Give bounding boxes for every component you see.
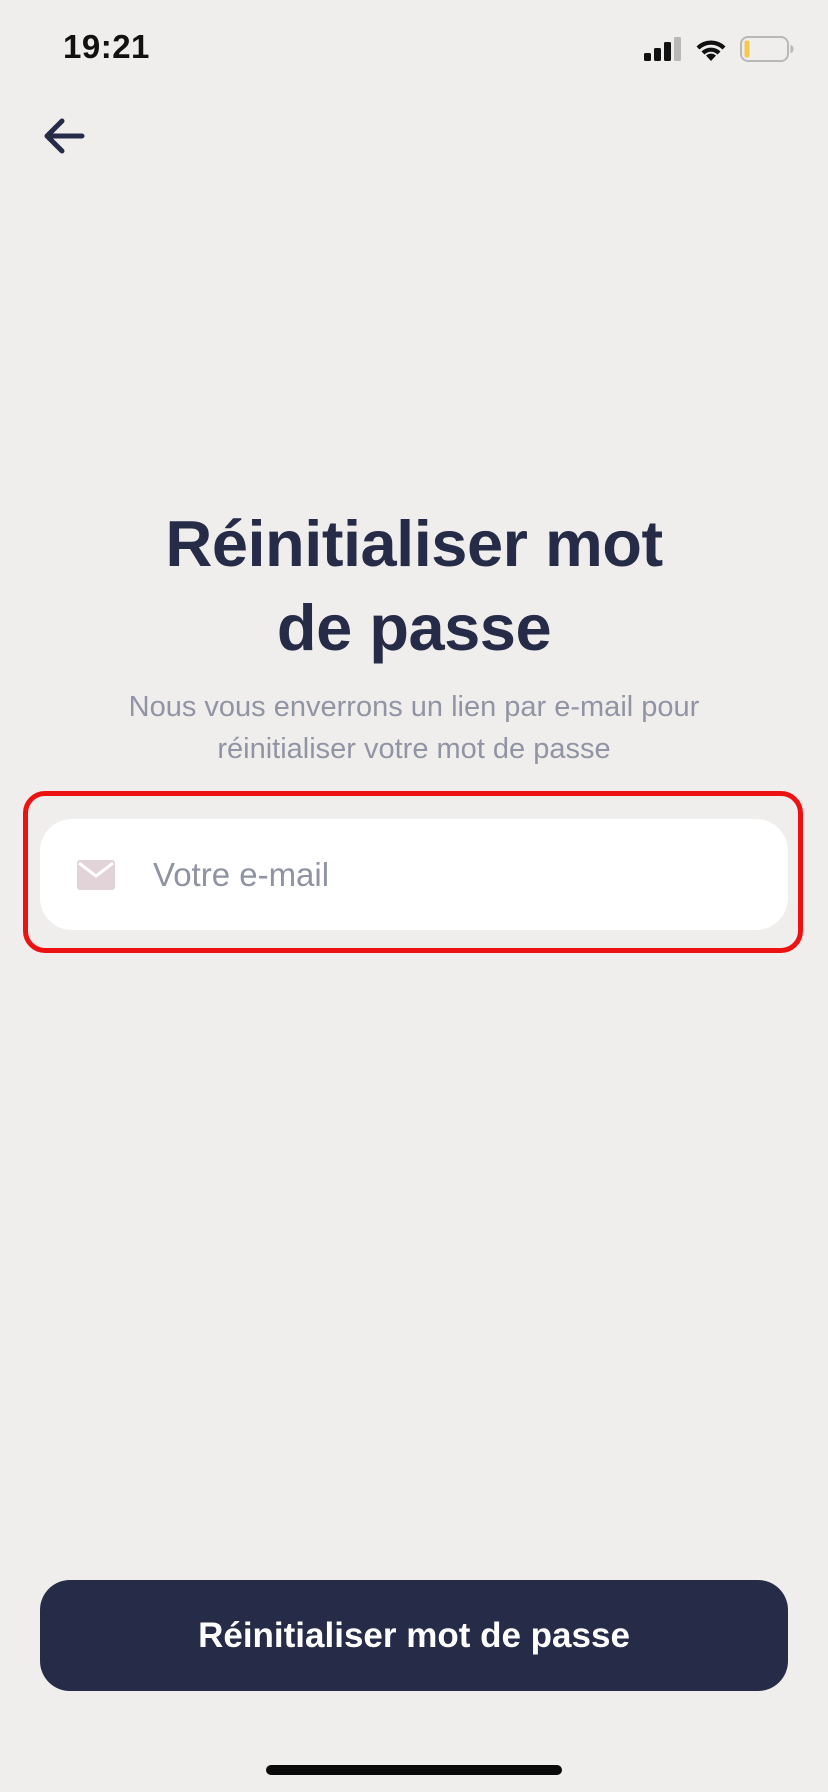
page-title: Réinitialiser mot de passe <box>0 502 828 670</box>
page-title-line-1: Réinitialiser mot <box>165 507 663 580</box>
email-field[interactable] <box>40 819 788 930</box>
page-title-line-2: de passe <box>276 591 552 664</box>
page-subtitle-line-2: réinitialiser votre mot de passe <box>217 733 611 765</box>
back-button[interactable] <box>34 102 94 170</box>
home-indicator <box>266 1765 562 1775</box>
wifi-icon <box>696 40 726 61</box>
status-time: 19:21 <box>63 28 150 65</box>
email-input[interactable] <box>153 819 753 930</box>
page-subtitle: Nous vous enverrons un lien par e-mail p… <box>0 686 828 770</box>
battery-icon <box>740 36 794 62</box>
page-subtitle-line-1: Nous vous enverrons un lien par e-mail p… <box>128 691 700 723</box>
mail-icon <box>77 860 115 890</box>
reset-password-button[interactable]: Réinitialiser mot de passe <box>40 1580 788 1691</box>
status-icons <box>644 36 794 62</box>
signal-icon <box>644 37 681 61</box>
status-bar: 19:21 <box>0 0 828 100</box>
arrow-left-icon <box>44 118 85 154</box>
